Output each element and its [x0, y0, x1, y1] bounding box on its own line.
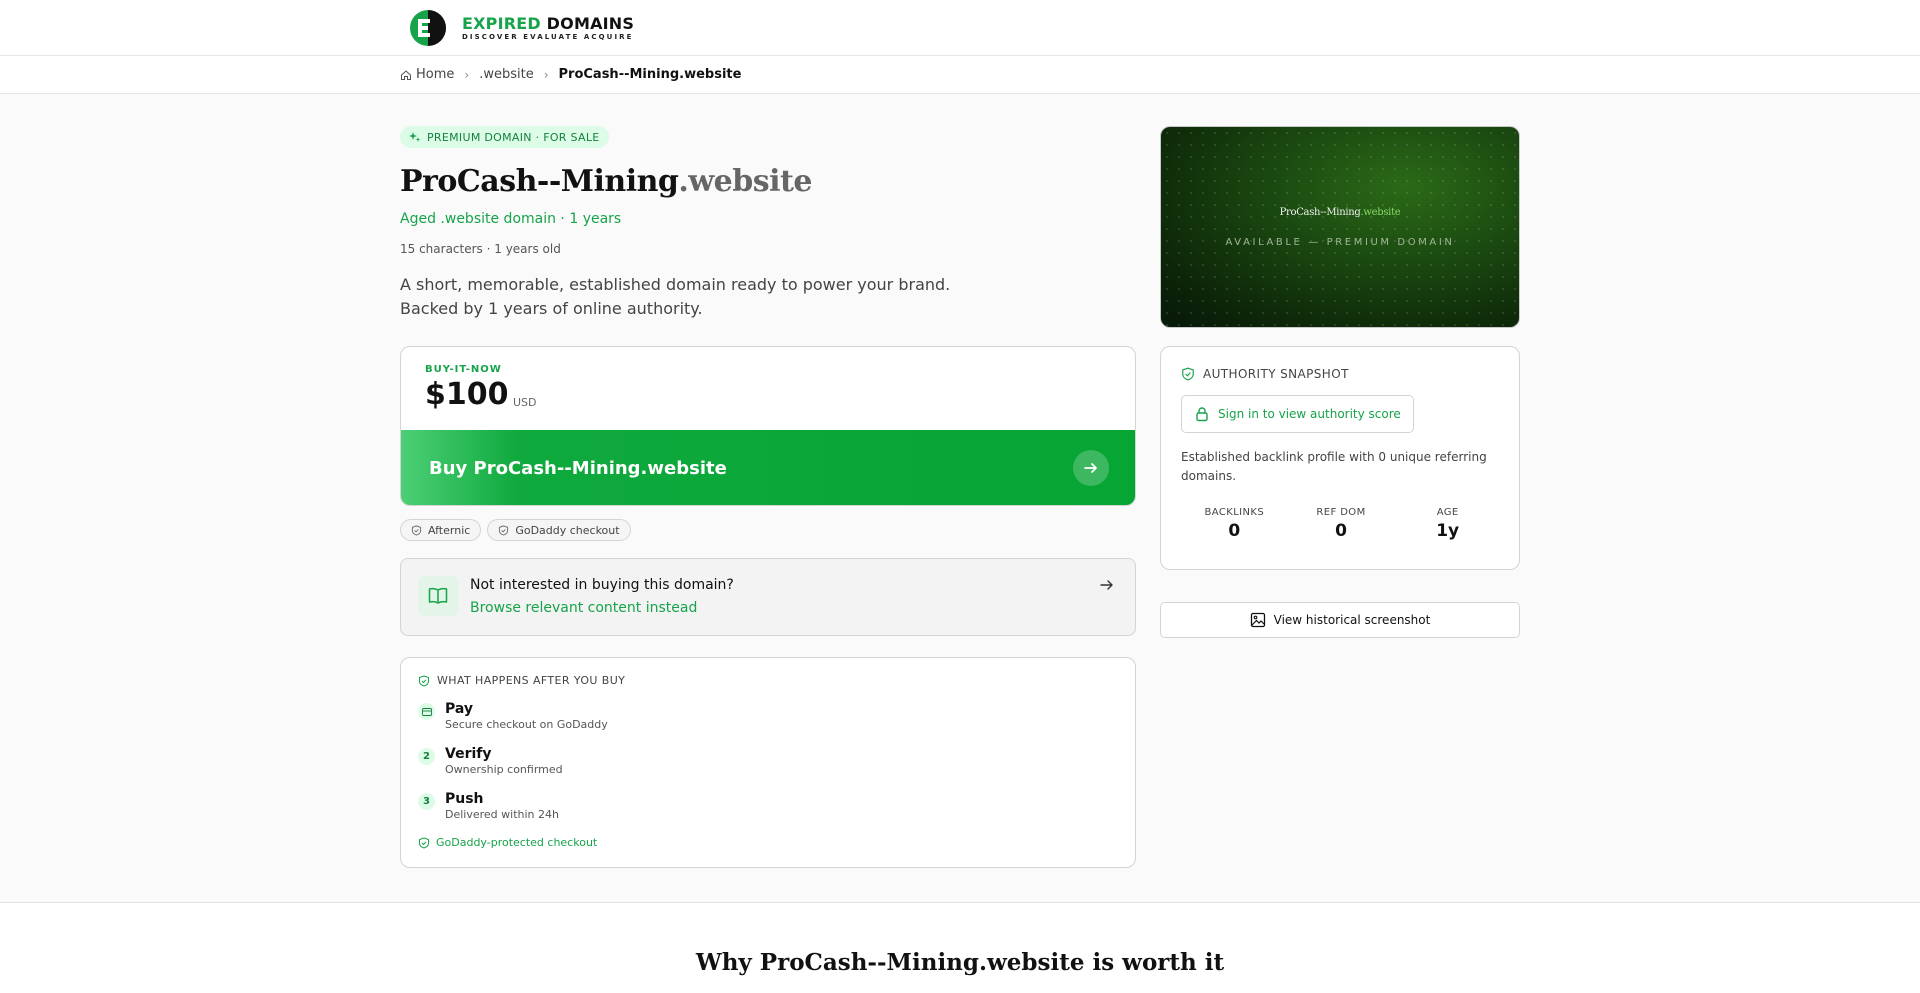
preview-dot-pattern — [1161, 127, 1519, 327]
step-desc: Ownership confirmed — [445, 763, 563, 776]
stat-age: AGE 1y — [1394, 507, 1501, 541]
browse-content-card[interactable]: Not interested in buying this domain? Br… — [400, 558, 1136, 636]
authority-card: AUTHORITY SNAPSHOT Sign in to view autho… — [1160, 346, 1520, 570]
sparkle-icon — [409, 132, 421, 142]
why-heading: Why ProCash--Mining.website is worth it — [695, 949, 1225, 976]
premium-badge: PREMIUM DOMAIN · FOR SALE — [400, 126, 609, 148]
step-desc: Delivered within 24h — [445, 808, 559, 821]
arrow-right-icon — [1073, 450, 1109, 486]
checkout-chips: Afternic GoDaddy checkout — [400, 519, 631, 541]
logo-name-dark: DOMAINS — [546, 13, 635, 33]
chip-afternic: Afternic — [400, 519, 482, 541]
breadcrumb: Home › .website › ProCash--Mining.websit… — [0, 56, 1920, 94]
domain-subtitle: Aged .website domain · 1 years — [400, 211, 622, 227]
domain-tld: .website — [678, 164, 812, 199]
description-line-2: Backed by 1 years of online authority. — [400, 299, 703, 318]
historical-screenshot-button[interactable]: View historical screenshot — [1160, 602, 1520, 638]
stat-label: REF DOM — [1316, 507, 1366, 518]
shield-check-icon — [419, 836, 429, 849]
chevron-right-icon: › — [543, 67, 549, 82]
logo-name-green: EXPIRED — [462, 13, 541, 33]
preview-name: ProCash--Mining — [1279, 207, 1361, 218]
shield-icon — [411, 524, 422, 536]
stat-ref-dom: REF DOM 0 — [1288, 507, 1395, 541]
buy-button[interactable]: Buy ProCash--Mining.website — [401, 430, 1135, 505]
after-purchase-card: WHAT HAPPENS AFTER YOU BUY Pay Secure ch… — [400, 657, 1136, 868]
buy-it-now-label: BUY-IT-NOW — [425, 364, 502, 375]
breadcrumb-current: ProCash--Mining.website — [558, 67, 742, 82]
step-desc: Secure checkout on GoDaddy — [445, 718, 608, 731]
authority-description: Established backlink profile with 0 uniq… — [1181, 450, 1487, 483]
step-title: Pay — [445, 701, 474, 717]
step-pay: Pay Secure checkout on GoDaddy — [418, 700, 608, 732]
domain-title: ProCash--Mining.website — [400, 164, 812, 199]
preview-tld: .website — [1360, 207, 1401, 218]
logo-mark-icon — [406, 8, 454, 48]
domain-preview-image: ProCash--Mining.website AVAILABLE — PREM… — [1160, 126, 1520, 328]
breadcrumb-tld[interactable]: .website — [479, 67, 534, 82]
historical-screenshot-label: View historical screenshot — [1273, 613, 1431, 627]
shield-check-icon — [1182, 367, 1194, 381]
lock-icon — [1196, 407, 1208, 422]
home-icon — [400, 69, 412, 81]
arrow-right-icon — [1099, 577, 1115, 597]
step-number: 3 — [418, 793, 435, 810]
step-number: 2 — [418, 748, 435, 765]
after-purchase-heading-label: WHAT HAPPENS AFTER YOU BUY — [437, 674, 626, 687]
domain-meta: 15 characters · 1 years old — [400, 242, 561, 256]
description-line-1: A short, memorable, established domain r… — [400, 275, 951, 294]
stat-value: 0 — [1228, 521, 1241, 541]
step-title: Verify — [445, 746, 492, 762]
chip-godaddy: GoDaddy checkout — [487, 519, 631, 541]
chip-afternic-label: Afternic — [428, 523, 471, 537]
currency: USD — [513, 396, 537, 409]
price: $100 — [425, 377, 509, 412]
stat-label: AGE — [1436, 507, 1459, 518]
buy-card: BUY-IT-NOW $100 USD Buy ProCash--Mining.… — [400, 346, 1136, 506]
book-open-icon — [418, 576, 458, 616]
shield-check-icon — [419, 674, 429, 687]
step-push: 3 Push Delivered within 24h — [418, 790, 559, 822]
stat-value: 1y — [1436, 521, 1460, 541]
sign-in-label: Sign in to view authority score — [1218, 407, 1401, 421]
stat-backlinks: BACKLINKS 0 — [1181, 507, 1288, 541]
credit-card-icon — [418, 703, 435, 720]
authority-heading-label: AUTHORITY SNAPSHOT — [1203, 367, 1349, 381]
protected-checkout-note: GoDaddy-protected checkout — [418, 836, 597, 849]
logo-tagline: DISCOVER EVALUATE ACQUIRE — [462, 32, 634, 41]
chip-godaddy-label: GoDaddy checkout — [515, 523, 620, 537]
preview-caption: AVAILABLE — PREMIUM DOMAIN — [1225, 237, 1455, 248]
domain-description: A short, memorable, established domain r… — [400, 273, 1000, 321]
chevron-right-icon: › — [464, 67, 470, 82]
preview-domain-name: ProCash--Mining.website — [1161, 207, 1519, 218]
main-content: PREMIUM DOMAIN · FOR SALE ProCash--Minin… — [0, 94, 1920, 902]
authority-stats: BACKLINKS 0 REF DOM 0 AGE 1y — [1181, 507, 1501, 541]
domain-name: ProCash--Mining — [400, 164, 679, 199]
step-title: Push — [445, 791, 484, 807]
stat-label: BACKLINKS — [1204, 507, 1265, 518]
shield-icon — [499, 524, 509, 536]
premium-badge-label: PREMIUM DOMAIN · FOR SALE — [427, 130, 600, 144]
browse-question: Not interested in buying this domain? — [470, 577, 734, 593]
browse-content-link[interactable]: Browse relevant content instead — [470, 600, 697, 616]
breadcrumb-home[interactable]: Home — [416, 67, 454, 82]
image-icon — [1250, 612, 1265, 628]
why-section: Why ProCash--Mining.website is worth it — [0, 903, 1920, 993]
site-logo[interactable]: EXPIRED DOMAINS DISCOVER EVALUATE ACQUIR… — [406, 8, 634, 48]
sign-in-button[interactable]: Sign in to view authority score — [1181, 395, 1414, 433]
authority-heading: AUTHORITY SNAPSHOT — [1181, 367, 1349, 381]
stat-value: 0 — [1335, 521, 1347, 541]
after-purchase-heading: WHAT HAPPENS AFTER YOU BUY — [418, 674, 625, 687]
protected-checkout-label: GoDaddy-protected checkout — [436, 836, 598, 849]
step-verify: 2 Verify Ownership confirmed — [418, 745, 563, 777]
buy-button-label: Buy ProCash--Mining.website — [429, 457, 727, 479]
site-header: EXPIRED DOMAINS DISCOVER EVALUATE ACQUIR… — [0, 0, 1920, 56]
